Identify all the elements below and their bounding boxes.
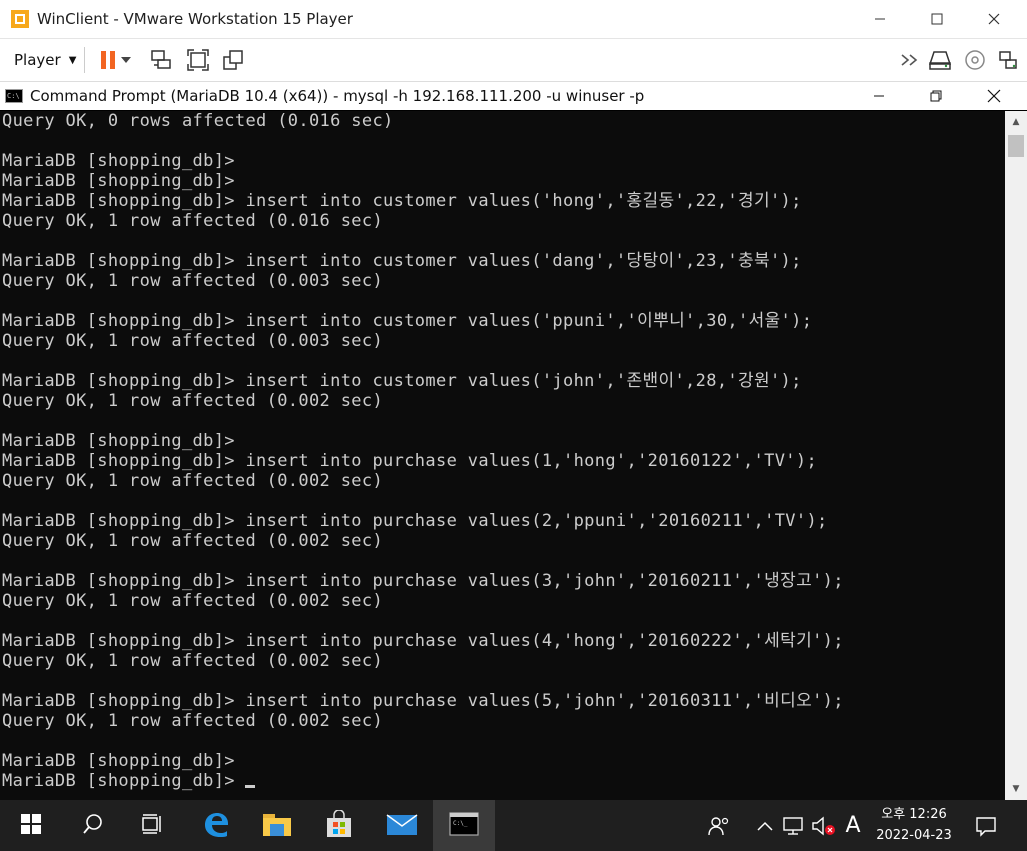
speaker-muted-icon[interactable] bbox=[810, 800, 838, 851]
network-icon[interactable] bbox=[780, 800, 808, 851]
console-output[interactable]: Query OK, 0 rows affected (0.016 sec) Ma… bbox=[0, 111, 1005, 800]
console-line: Query OK, 1 row affected (0.002 sec) bbox=[2, 711, 384, 731]
taskbar-app-edge[interactable] bbox=[185, 800, 247, 851]
notification-icon[interactable] bbox=[966, 800, 1006, 851]
chevron-down-icon: ▼ bbox=[68, 54, 77, 66]
ime-indicator[interactable]: A bbox=[838, 800, 868, 851]
console-line: Query OK, 1 row affected (0.002 sec) bbox=[2, 651, 384, 671]
cmd-restore-button[interactable] bbox=[907, 82, 965, 110]
task-view-icon bbox=[141, 813, 165, 839]
svg-text:C:\_: C:\_ bbox=[453, 820, 468, 827]
vmware-toolbar: Player ▼ bbox=[0, 39, 1027, 82]
console-line: MariaDB [shopping_db]> insert into purch… bbox=[2, 511, 828, 531]
search-icon bbox=[82, 813, 104, 839]
console-line: Query OK, 1 row affected (0.002 sec) bbox=[2, 391, 384, 411]
cmd-close-button[interactable] bbox=[965, 82, 1023, 110]
send-ctrl-alt-del-icon[interactable] bbox=[147, 46, 175, 74]
player-menu-label: Player bbox=[14, 51, 61, 69]
chevron-down-icon[interactable] bbox=[118, 46, 134, 74]
cmd-minimize-button[interactable] bbox=[850, 82, 908, 110]
console-prompt: MariaDB [shopping_db]> bbox=[2, 771, 246, 791]
console-window-icon: C:\_ bbox=[449, 811, 479, 840]
taskbar-app-file-explorer[interactable] bbox=[246, 800, 308, 851]
console-line: Query OK, 1 row affected (0.002 sec) bbox=[2, 531, 384, 551]
mail-icon bbox=[386, 812, 418, 840]
clock-date: 2022-04-23 bbox=[876, 828, 952, 843]
taskbar-app-vmware-player[interactable]: C:\_ bbox=[433, 800, 495, 851]
player-menu-button[interactable]: Player ▼ bbox=[8, 47, 82, 73]
vmware-maximize-button[interactable] bbox=[909, 0, 965, 38]
scrollbar-thumb[interactable] bbox=[1008, 135, 1024, 157]
task-view-button[interactable] bbox=[122, 800, 184, 851]
console-line: Query OK, 1 row affected (0.016 sec) bbox=[2, 211, 384, 231]
taskbar-clock[interactable]: 오후 12:26 2022-04-23 bbox=[868, 804, 960, 846]
console-line: MariaDB [shopping_db]> bbox=[2, 171, 235, 191]
clock-time: 오후 12:26 bbox=[881, 807, 947, 822]
console-line: Query OK, 1 row affected (0.002 sec) bbox=[2, 591, 384, 611]
console-line: MariaDB [shopping_db]> insert into purch… bbox=[2, 451, 818, 471]
chevron-up-icon[interactable] bbox=[752, 800, 778, 851]
hard-disk-icon[interactable] bbox=[927, 46, 955, 74]
command-prompt-icon: C:\ bbox=[5, 89, 23, 103]
double-chevron-right-icon[interactable] bbox=[897, 46, 925, 74]
people-icon[interactable] bbox=[703, 800, 735, 851]
console-line: MariaDB [shopping_db]> insert into purch… bbox=[2, 571, 844, 591]
store-bag-icon bbox=[325, 808, 353, 842]
console-line: Query OK, 1 row affected (0.003 sec) bbox=[2, 271, 384, 291]
console-line: MariaDB [shopping_db]> bbox=[2, 751, 235, 771]
cmd-window-title: Command Prompt (MariaDB 10.4 (x64)) - my… bbox=[30, 87, 645, 105]
text-cursor bbox=[245, 785, 256, 788]
scroll-down-arrow-icon[interactable]: ▼ bbox=[1005, 778, 1027, 800]
cmd-title-bar: C:\ Command Prompt (MariaDB 10.4 (x64)) … bbox=[0, 82, 1027, 110]
console-line: MariaDB [shopping_db]> insert into custo… bbox=[2, 191, 802, 211]
vmware-title-bar: WinClient - VMware Workstation 15 Player bbox=[0, 0, 1027, 39]
search-button[interactable] bbox=[62, 800, 124, 851]
console-scrollbar[interactable]: ▲ ▼ bbox=[1005, 111, 1027, 800]
full-screen-icon[interactable] bbox=[184, 46, 212, 74]
console-line: MariaDB [shopping_db]> insert into purch… bbox=[2, 691, 844, 711]
taskbar-app-store[interactable] bbox=[308, 800, 370, 851]
taskbar-app-mail[interactable] bbox=[371, 800, 433, 851]
console-line: Query OK, 1 row affected (0.002 sec) bbox=[2, 471, 384, 491]
cd-dvd-icon[interactable] bbox=[961, 46, 989, 74]
vmware-logo-icon bbox=[10, 9, 30, 29]
toolbar-divider bbox=[84, 47, 85, 73]
edge-browser-icon bbox=[202, 810, 230, 842]
vmware-close-button[interactable] bbox=[966, 0, 1022, 38]
file-explorer-icon bbox=[262, 811, 292, 841]
network-adapter-icon[interactable] bbox=[994, 46, 1022, 74]
windows-logo-icon bbox=[21, 813, 41, 838]
console-line: MariaDB [shopping_db]> bbox=[2, 151, 235, 171]
console-line: MariaDB [shopping_db]> insert into custo… bbox=[2, 251, 802, 271]
start-button[interactable] bbox=[0, 800, 62, 851]
console-line: MariaDB [shopping_db]> insert into custo… bbox=[2, 311, 813, 331]
vmware-window-title: WinClient - VMware Workstation 15 Player bbox=[37, 10, 353, 28]
console-line: MariaDB [shopping_db]> insert into purch… bbox=[2, 631, 844, 651]
console-line: Query OK, 1 row affected (0.003 sec) bbox=[2, 331, 384, 351]
windows-taskbar: C:\_ A 오후 12:26 2022-04-23 bbox=[0, 800, 1027, 851]
console-line: Query OK, 0 rows affected (0.016 sec) bbox=[2, 111, 394, 131]
unity-mode-icon[interactable] bbox=[219, 46, 247, 74]
console-line: MariaDB [shopping_db]> bbox=[2, 431, 235, 451]
vmware-minimize-button[interactable] bbox=[852, 0, 908, 38]
scroll-up-arrow-icon[interactable]: ▲ bbox=[1005, 111, 1027, 133]
console-line: MariaDB [shopping_db]> insert into custo… bbox=[2, 371, 802, 391]
console-prompt-line[interactable]: MariaDB [shopping_db]> bbox=[0, 771, 1005, 791]
